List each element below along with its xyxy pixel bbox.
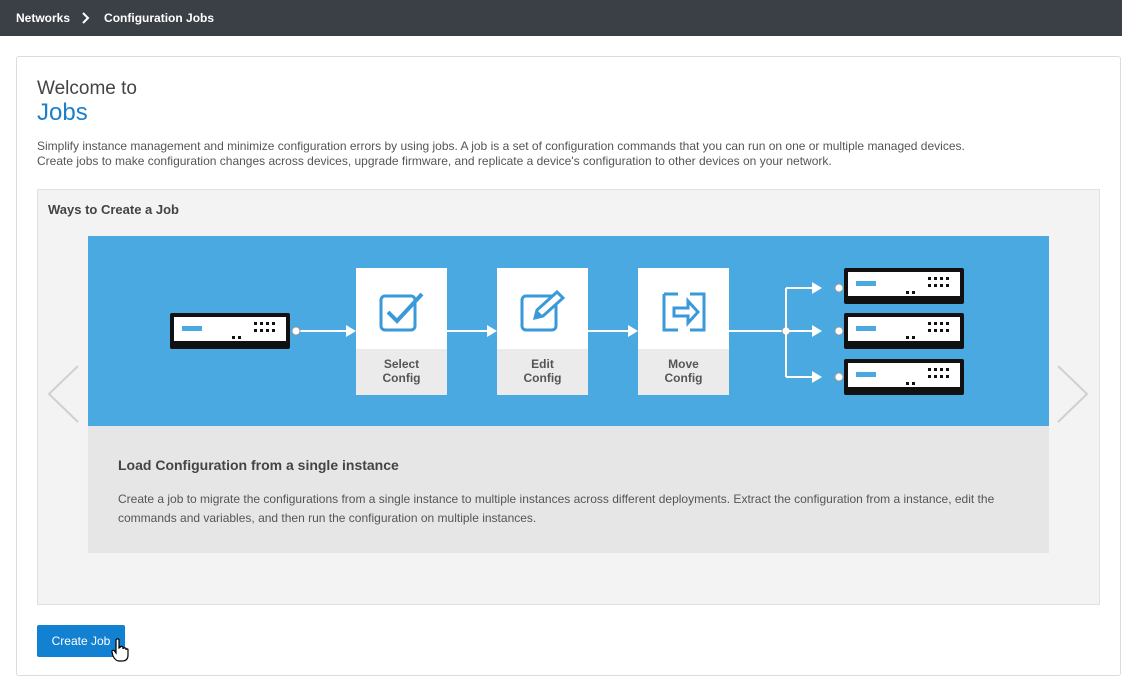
- step-label: Move Config: [638, 349, 729, 395]
- breadcrumb: Networks Configuration Jobs: [0, 0, 1122, 36]
- hand-cursor-icon: [111, 638, 129, 662]
- step-move-config: Move Config: [638, 268, 729, 395]
- step-label: Edit Config: [497, 349, 588, 395]
- target-appliance-icon: [844, 268, 964, 304]
- chevron-right-icon: [82, 12, 90, 24]
- checkbox-icon: [379, 292, 424, 332]
- carousel-prev-arrow-icon[interactable]: [46, 364, 80, 424]
- description-line-2: Create jobs to make configuration change…: [37, 154, 832, 168]
- step-select-config: Select Config: [356, 268, 447, 395]
- breadcrumb-current: Configuration Jobs: [104, 11, 215, 25]
- welcome-text: Welcome to: [37, 78, 137, 99]
- description-line-1: Simplify instance management and minimiz…: [37, 139, 965, 153]
- page-title: Jobs: [37, 99, 88, 126]
- step-label-line1: Move: [668, 357, 699, 371]
- step-label-line2: Config: [664, 371, 703, 385]
- step-label: Select Config: [356, 349, 447, 395]
- step-label-line1: Edit: [531, 357, 554, 371]
- edit-icon: [520, 290, 566, 332]
- slide-title: Load Configuration from a single instanc…: [118, 457, 399, 473]
- target-appliance-icon: [844, 313, 964, 349]
- step-label-line1: Select: [383, 357, 420, 371]
- step-label-line2: Config: [523, 371, 562, 385]
- source-appliance-icon: [170, 313, 290, 349]
- slide-description: Create a job to migrate the configuratio…: [118, 492, 995, 525]
- step-edit-config: Edit Config: [497, 268, 588, 395]
- move-icon: [662, 292, 706, 332]
- target-appliance-icon: [844, 359, 964, 395]
- breadcrumb-networks-link[interactable]: Networks: [16, 11, 70, 25]
- step-label-line2: Config: [382, 371, 421, 385]
- ways-title: Ways to Create a Job: [48, 202, 180, 217]
- carousel-next-arrow-icon[interactable]: [1056, 364, 1090, 424]
- page-description: Simplify instance management and minimiz…: [37, 139, 1037, 169]
